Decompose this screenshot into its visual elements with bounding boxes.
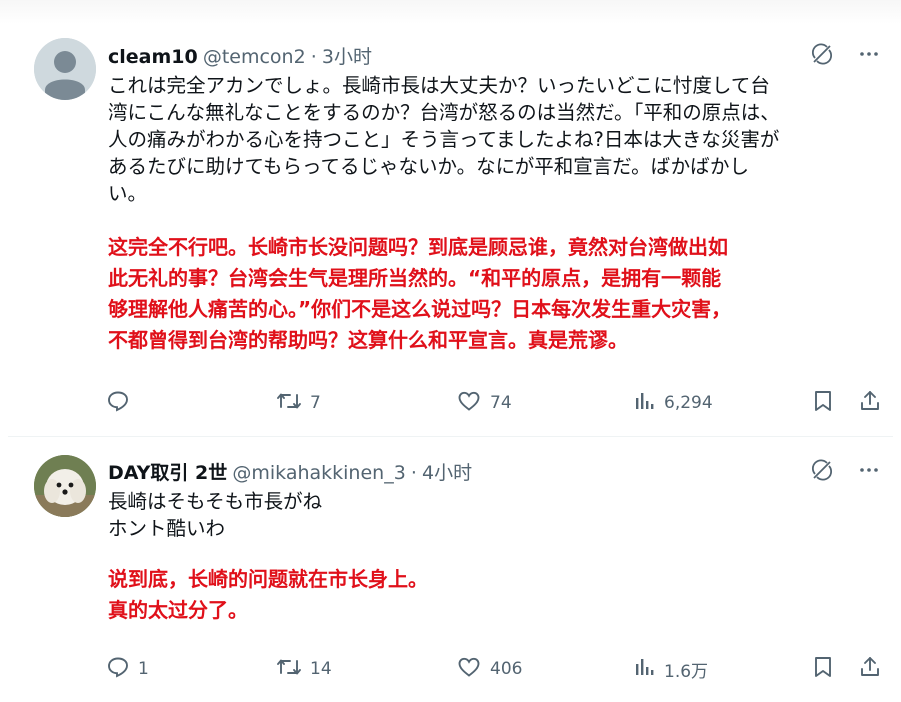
retweet-icon [276, 655, 310, 684]
like-count: 74 [490, 393, 512, 413]
like-icon [456, 389, 490, 418]
tweet-translation: 这完全不行吧。长崎市长没问题吗？到底是顾忌谁，竟然对台湾做出如 此无礼的事？台湾… [108, 232, 868, 356]
more-icon[interactable] [857, 458, 881, 486]
retweet-count: 7 [310, 393, 321, 413]
action-bar: 7 74 6,294 [106, 388, 883, 418]
action-bar: 1 14 406 1.6万 [106, 654, 883, 684]
translation-line: 说到底，长崎的问题就在市长身上。 [108, 567, 428, 591]
display-name[interactable]: DAY取引 2世 [108, 462, 227, 484]
text-line: 湾にこんな無礼なことをするのか？台湾が怒るのは当然だ。「平和の原点は、 [108, 101, 780, 124]
text-line: あるたびに助けてもらってるじゃないか。なにが平和宣言だ。ばかばかし [108, 155, 749, 178]
tweet[interactable]: DAY取引 2世 @mikahakkinen_3 · 4小时 長崎はそもそも市長… [0, 440, 901, 702]
views-button[interactable]: 1.6万 [634, 654, 708, 684]
user-handle[interactable]: @temcon2 [203, 46, 306, 68]
tweet-header: DAY取引 2世 @mikahakkinen_3 · 4小时 [108, 458, 881, 484]
tweet-header: cleam10 @temcon2 · 3小时 [108, 42, 881, 68]
translation-line: 够理解他人痛苦的心。”你们不是这么说过吗？日本每次发生重大灾害， [108, 297, 732, 321]
like-count: 406 [490, 659, 523, 679]
timestamp[interactable]: 3小时 [322, 46, 372, 68]
timestamp[interactable]: 4小时 [422, 462, 472, 484]
share-button[interactable] [858, 388, 890, 418]
text-line: ホント酷いわ [108, 517, 226, 540]
reply-button[interactable]: 1 [106, 654, 149, 684]
text-line: 人の痛みがわかる心を持つこと」そう言ってましたよね?日本は大きな災害が [108, 128, 780, 151]
translation-line: 不都曾得到台湾的帮助吗？这算什么和平宣言。真是荒谬。 [108, 328, 628, 352]
more-icon[interactable] [857, 42, 881, 70]
share-icon [858, 389, 890, 418]
like-button[interactable]: 406 [456, 654, 522, 684]
views-icon [634, 389, 664, 418]
tweet[interactable]: cleam10 @temcon2 · 3小时 これは完全アカンでしょ。長崎市長は… [0, 24, 901, 436]
avatar-dog[interactable] [34, 455, 96, 517]
view-count: 6,294 [664, 393, 713, 413]
separator: · [310, 46, 317, 68]
display-name[interactable]: cleam10 [108, 46, 198, 68]
like-button[interactable]: 74 [456, 388, 512, 418]
views-button[interactable]: 6,294 [634, 388, 713, 418]
tweet-text-original: 長崎はそもそも市長がね ホント酷いわ [108, 488, 868, 542]
avatar-default[interactable] [34, 38, 96, 100]
text-line: 長崎はそもそも市長がね [108, 490, 323, 513]
translation-line: 这完全不行吧。长崎市长没问题吗？到底是顾忌谁，竟然对台湾做出如 [108, 235, 728, 259]
share-icon [858, 655, 890, 684]
text-line: これは完全アカンでしょ。長崎市長は大丈夫か？いったいどこに忖度して台 [108, 74, 770, 97]
text-line: い。 [108, 182, 148, 205]
reply-button[interactable] [106, 388, 138, 418]
grok-icon[interactable] [810, 42, 834, 70]
reply-icon [106, 389, 138, 418]
translation-line: 此无礼的事？台湾会生气是理所当然的。“和平的原点，是拥有一颗能 [108, 266, 722, 290]
translation-line: 真的太过分了。 [108, 598, 248, 622]
share-button[interactable] [858, 654, 890, 684]
tweet-divider [8, 436, 893, 437]
retweet-count: 14 [310, 659, 332, 679]
bookmark-icon [812, 389, 842, 418]
grok-icon[interactable] [810, 458, 834, 486]
user-handle[interactable]: @mikahakkinen_3 [232, 462, 405, 484]
bookmark-button[interactable] [812, 388, 842, 418]
retweet-button[interactable]: 7 [276, 388, 321, 418]
views-icon [634, 655, 664, 684]
bookmark-icon [812, 655, 842, 684]
tweet-text-original: これは完全アカンでしょ。長崎市長は大丈夫か？いったいどこに忖度して台 湾にこんな… [108, 72, 888, 207]
bookmark-button[interactable] [812, 654, 842, 684]
separator: · [410, 462, 417, 484]
top-edge [0, 0, 901, 24]
like-icon [456, 655, 490, 684]
view-count: 1.6万 [664, 661, 709, 682]
retweet-button[interactable]: 14 [276, 654, 332, 684]
tweet-translation: 说到底，长崎的问题就在市长身上。 真的太过分了。 [108, 564, 868, 626]
retweet-icon [276, 389, 310, 418]
reply-icon [106, 655, 138, 684]
reply-count: 1 [138, 659, 149, 679]
